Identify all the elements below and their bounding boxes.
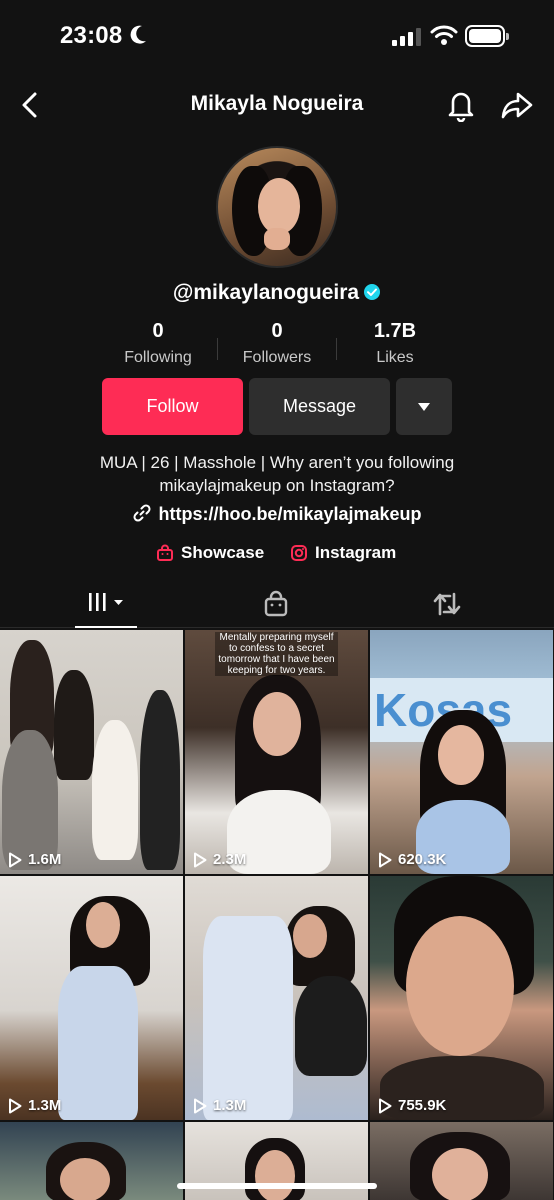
shopping-bag-icon xyxy=(264,590,288,617)
grid-icon xyxy=(89,593,123,611)
tab-showcase[interactable] xyxy=(262,590,290,623)
view-count-text: 620.3K xyxy=(398,851,447,868)
video-thumbnail[interactable]: 755.9K xyxy=(370,876,553,1120)
showcase-label: Showcase xyxy=(181,543,265,562)
wifi-icon xyxy=(430,25,458,45)
caret-down-icon xyxy=(418,402,430,411)
stat-followers[interactable]: 0 Followers xyxy=(217,320,337,367)
profile-link[interactable]: https://hoo.be/mikaylajmakeup xyxy=(0,503,554,525)
view-count: 1.3M xyxy=(193,1097,246,1114)
more-options-button[interactable] xyxy=(396,378,452,435)
view-count-text: 2.3M xyxy=(213,851,247,868)
instagram-label: Instagram xyxy=(315,543,397,562)
battery-icon xyxy=(465,25,509,47)
profile-tabs xyxy=(0,582,554,628)
likes-label: Likes xyxy=(376,349,414,366)
showcase-link[interactable]: Showcase xyxy=(156,541,264,565)
username: @mikaylanogueira xyxy=(0,281,554,305)
status-bar: 23:08 xyxy=(0,0,554,70)
repost-icon xyxy=(433,592,461,616)
follow-button[interactable]: Follow xyxy=(102,378,243,435)
video-thumbnail[interactable]: 1.3M xyxy=(0,876,183,1120)
following-count: 0 xyxy=(152,320,164,342)
avatar[interactable] xyxy=(216,146,338,268)
bio-line: MUA | 26 | Masshole | Why aren’t you fol… xyxy=(99,453,455,472)
tab-reposts[interactable] xyxy=(432,590,462,623)
profile-header: Mikayla Nogueira xyxy=(0,80,554,130)
link-icon xyxy=(133,504,151,522)
view-count: 2.3M xyxy=(193,851,246,868)
play-icon xyxy=(9,852,22,867)
view-count: 1.6M xyxy=(8,851,61,868)
view-count: 755.9K xyxy=(378,1097,446,1114)
video-thumbnail[interactable]: Mentally preparing myself to confess to … xyxy=(185,630,368,874)
view-count-text: 755.9K xyxy=(398,1097,447,1114)
stat-following[interactable]: 0 Following xyxy=(98,320,218,367)
status-time: 23:08 xyxy=(60,22,123,49)
bio-line: mikaylajmakeup on Instagram? xyxy=(159,476,395,495)
video-thumbnail[interactable]: 1.6M xyxy=(0,630,183,874)
video-thumbnail[interactable]: Kosas 620.3K xyxy=(370,630,553,874)
bell-icon[interactable] xyxy=(445,88,477,122)
followers-label: Followers xyxy=(242,349,312,366)
view-count-text: 1.6M xyxy=(28,851,62,868)
play-icon xyxy=(379,1098,392,1113)
likes-count: 1.7B xyxy=(373,320,417,342)
play-icon xyxy=(9,1098,22,1113)
home-indicator xyxy=(177,1183,377,1189)
play-icon xyxy=(194,852,207,867)
instagram-icon xyxy=(291,545,307,561)
play-icon xyxy=(379,852,392,867)
instagram-link[interactable]: Instagram xyxy=(290,541,396,565)
view-count: 620.3K xyxy=(378,851,446,868)
following-label: Following xyxy=(124,349,192,366)
view-count: 1.3M xyxy=(8,1097,61,1114)
shopping-bag-icon xyxy=(157,544,173,561)
video-thumbnail[interactable] xyxy=(0,1122,183,1200)
profile-stats: 0 Following 0 Followers 1.7B Likes xyxy=(0,320,554,380)
username-text: @mikaylanogueira xyxy=(172,281,360,304)
link-text: https://hoo.be/mikaylajmakeup xyxy=(158,504,422,524)
bio: MUA | 26 | Masshole | Why aren’t you fol… xyxy=(0,451,554,497)
message-button[interactable]: Message xyxy=(249,378,390,435)
moon-icon xyxy=(130,25,146,44)
video-caption: Mentally preparing myself to confess to … xyxy=(215,632,338,676)
tab-videos[interactable] xyxy=(86,590,128,621)
video-thumbnail[interactable] xyxy=(370,1122,553,1200)
verified-badge-icon xyxy=(364,284,381,300)
followers-count: 0 xyxy=(271,320,283,342)
stat-likes[interactable]: 1.7B Likes xyxy=(335,320,455,367)
view-count-text: 1.3M xyxy=(28,1097,62,1114)
active-tab-indicator xyxy=(75,626,137,628)
play-icon xyxy=(194,1098,207,1113)
signal-icon xyxy=(392,28,421,46)
video-thumbnail[interactable]: 1.3M xyxy=(185,876,368,1120)
share-icon[interactable] xyxy=(500,88,534,122)
view-count-text: 1.3M xyxy=(213,1097,247,1114)
